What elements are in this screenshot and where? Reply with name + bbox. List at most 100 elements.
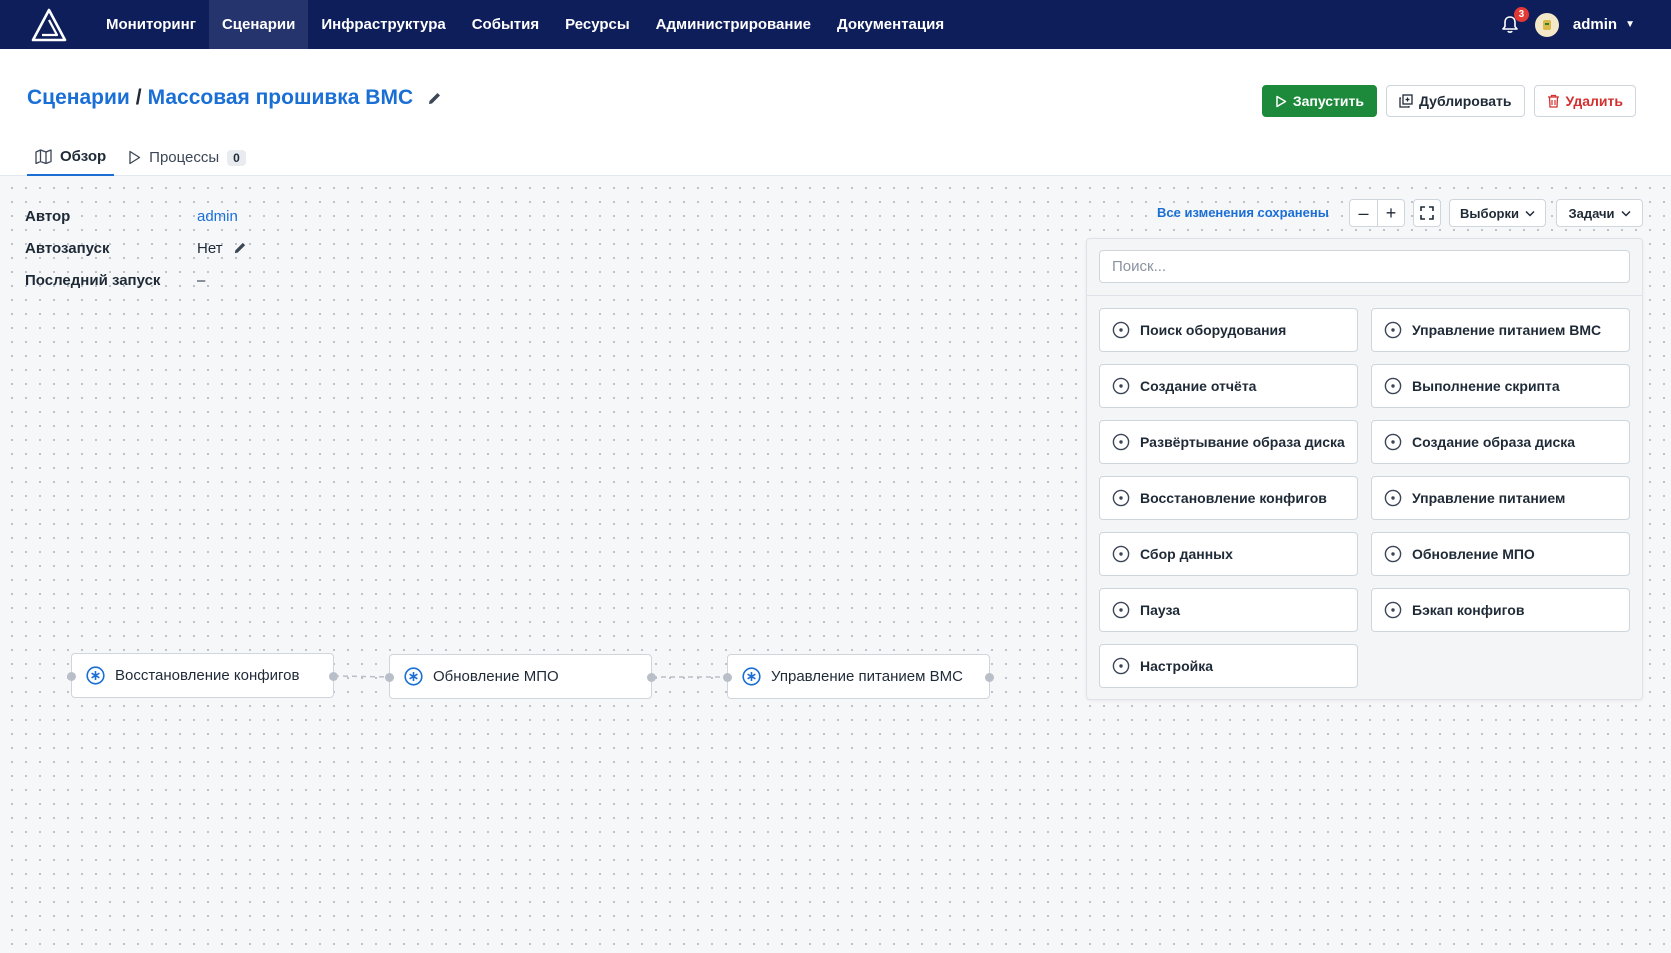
task-palette-item[interactable]: Поиск оборудования bbox=[1099, 308, 1358, 352]
node-input-port[interactable] bbox=[67, 672, 76, 681]
tab-processes-label: Процессы bbox=[149, 149, 220, 166]
zoom-out-button[interactable]: – bbox=[1350, 200, 1377, 226]
autorun-value-wrap: Нет bbox=[197, 240, 247, 257]
autorun-value: Нет bbox=[197, 239, 223, 257]
task-node-icon bbox=[742, 667, 761, 686]
tasks-dropdown[interactable]: Задачи bbox=[1556, 199, 1643, 227]
task-palette-label: Создание образа диска bbox=[1412, 433, 1576, 450]
task-type-icon bbox=[1112, 601, 1130, 619]
save-status: Все изменения сохранены bbox=[1157, 205, 1329, 220]
nav-resources[interactable]: Ресурсы bbox=[552, 0, 643, 49]
task-node-icon bbox=[86, 666, 105, 685]
notifications-badge: 3 bbox=[1513, 6, 1529, 22]
task-palette-label: Сбор данных bbox=[1140, 545, 1233, 562]
task-type-icon bbox=[1112, 321, 1130, 339]
node-output-port[interactable] bbox=[647, 673, 656, 682]
task-type-icon bbox=[1384, 545, 1402, 563]
task-node-icon bbox=[404, 667, 423, 686]
tab-overview-label: Обзор bbox=[60, 148, 107, 165]
task-palette-item[interactable]: Сбор данных bbox=[1099, 532, 1358, 576]
task-palette-item[interactable]: Управление питанием BMC bbox=[1371, 308, 1630, 352]
task-search-input[interactable] bbox=[1099, 250, 1630, 283]
meta-last-run-row: Последний запуск – bbox=[25, 264, 247, 296]
play-icon bbox=[1276, 95, 1287, 107]
autorun-label: Автозапуск bbox=[25, 239, 110, 257]
edit-title-button[interactable] bbox=[427, 91, 442, 106]
node-input-port[interactable] bbox=[723, 673, 732, 682]
duplicate-icon bbox=[1399, 94, 1413, 108]
avatar[interactable] bbox=[1534, 12, 1559, 37]
app-logo[interactable] bbox=[31, 7, 67, 43]
task-palette-label: Развёртывание образа диска bbox=[1140, 433, 1345, 450]
zoom-in-button[interactable]: + bbox=[1377, 200, 1404, 226]
breadcrumb-separator: / bbox=[135, 86, 142, 109]
task-palette-item[interactable]: Создание образа диска bbox=[1371, 420, 1630, 464]
task-palette-item[interactable]: Развёртывание образа диска bbox=[1099, 420, 1358, 464]
nav-documentation[interactable]: Документация bbox=[824, 0, 957, 49]
task-palette-item[interactable]: Управление питанием bbox=[1371, 476, 1630, 520]
task-palette-label: Поиск оборудования bbox=[1140, 321, 1287, 338]
meta-author-row: Автор admin bbox=[25, 200, 247, 232]
chevron-down-icon bbox=[1621, 210, 1631, 217]
task-type-icon bbox=[1112, 433, 1130, 451]
selections-dropdown[interactable]: Выборки bbox=[1449, 199, 1546, 227]
node-label: Восстановление конфигов bbox=[115, 666, 300, 684]
tasks-label: Задачи bbox=[1568, 205, 1615, 221]
task-palette-item[interactable]: Настройка bbox=[1099, 644, 1358, 688]
top-navbar: Мониторинг Сценарии Инфраструктура Событ… bbox=[0, 0, 1671, 49]
workflow-node[interactable]: Восстановление конфигов bbox=[71, 653, 334, 698]
node-label: Управление питанием BMC bbox=[771, 667, 963, 685]
tab-overview[interactable]: Обзор bbox=[27, 139, 115, 176]
map-icon bbox=[35, 149, 52, 164]
selections-label: Выборки bbox=[1460, 205, 1519, 221]
notifications-button[interactable]: 3 bbox=[1499, 6, 1529, 36]
nav-administration[interactable]: Администрирование bbox=[643, 0, 824, 49]
node-label: Обновление МПО bbox=[433, 667, 559, 685]
task-list: Поиск оборудования Управление питанием BM… bbox=[1099, 308, 1631, 688]
nav-monitoring[interactable]: Мониторинг bbox=[93, 0, 209, 49]
workflow-canvas[interactable]: Автор admin Автозапуск Нет Последний зап… bbox=[0, 176, 1671, 953]
workflow-node[interactable]: Обновление МПО bbox=[389, 654, 652, 699]
header-actions: Запустить Дублировать Удалить bbox=[1261, 85, 1636, 117]
tab-processes[interactable]: Процессы 0 bbox=[120, 139, 254, 176]
chevron-down-icon[interactable]: ▼ bbox=[1625, 19, 1635, 30]
edit-autorun-button[interactable] bbox=[233, 241, 247, 255]
nav-infrastructure[interactable]: Инфраструктура bbox=[308, 0, 458, 49]
pencil-icon bbox=[234, 242, 245, 254]
node-output-port[interactable] bbox=[985, 673, 994, 682]
last-run-value: – bbox=[197, 271, 206, 289]
task-type-icon bbox=[1384, 433, 1402, 451]
author-link[interactable]: admin bbox=[197, 208, 238, 225]
tabs: Обзор Процессы 0 bbox=[27, 139, 254, 176]
task-palette-label: Пауза bbox=[1140, 601, 1181, 618]
fit-view-button[interactable] bbox=[1413, 199, 1441, 227]
user-menu[interactable]: admin bbox=[1573, 16, 1617, 33]
task-palette-item[interactable]: Восстановление конфигов bbox=[1099, 476, 1358, 520]
nav-events[interactable]: События bbox=[459, 0, 552, 49]
task-palette-item[interactable]: Пауза bbox=[1099, 588, 1358, 632]
run-button[interactable]: Запустить bbox=[1261, 85, 1378, 117]
node-output-port[interactable] bbox=[329, 672, 338, 681]
meta-autorun-row: Автозапуск Нет bbox=[25, 232, 247, 264]
task-palette-item[interactable]: Создание отчёта bbox=[1099, 364, 1358, 408]
node-input-port[interactable] bbox=[385, 673, 394, 682]
page-header: Сценарии / Массовая прошивка BMC Запусти… bbox=[0, 49, 1671, 176]
task-palette-label: Восстановление конфигов bbox=[1140, 489, 1327, 506]
play-icon bbox=[129, 150, 141, 165]
task-palette-item[interactable]: Бэкап конфигов bbox=[1371, 588, 1630, 632]
task-palette-label: Создание отчёта bbox=[1140, 377, 1257, 394]
user-area: 3 admin ▼ bbox=[1499, 0, 1635, 49]
delete-button[interactable]: Удалить bbox=[1533, 85, 1636, 117]
duplicate-button[interactable]: Дублировать bbox=[1386, 85, 1525, 117]
task-type-icon bbox=[1112, 377, 1130, 395]
run-button-label: Запустить bbox=[1292, 93, 1365, 109]
trash-icon bbox=[1547, 94, 1559, 108]
page-title: Массовая прошивка BMC bbox=[147, 86, 414, 109]
task-palette-label: Настройка bbox=[1140, 657, 1214, 674]
task-type-icon bbox=[1112, 657, 1130, 675]
task-palette-item[interactable]: Обновление МПО bbox=[1371, 532, 1630, 576]
nav-scenarios[interactable]: Сценарии bbox=[208, 0, 309, 49]
task-palette-item[interactable]: Выполнение скрипта bbox=[1371, 364, 1630, 408]
breadcrumb-scenarios-link[interactable]: Сценарии bbox=[27, 86, 130, 110]
workflow-node[interactable]: Управление питанием BMC bbox=[727, 654, 990, 699]
